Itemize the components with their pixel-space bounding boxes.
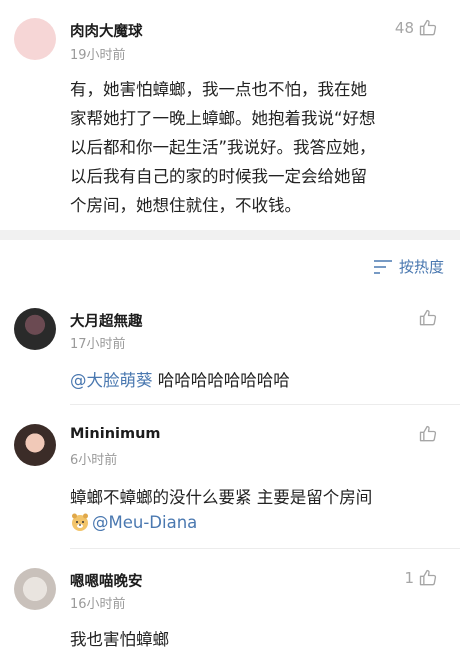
reply-time: 17小时前 (70, 337, 126, 352)
like-button[interactable]: 1 (404, 568, 438, 588)
like-button[interactable] (418, 424, 438, 444)
section-divider (0, 230, 460, 240)
avatar[interactable] (14, 424, 56, 466)
comment-time: 19小时前 (70, 48, 126, 63)
avatar[interactable] (14, 308, 56, 350)
avatar[interactable] (14, 568, 56, 610)
mention-link[interactable]: @大脸萌葵 (70, 371, 153, 390)
avatar[interactable] (14, 18, 56, 60)
reply-username[interactable]: Mininimum (70, 426, 161, 442)
thumbs-up-icon (419, 569, 437, 586)
reply-mention-line: @Meu-Diana (70, 512, 197, 532)
divider (70, 548, 460, 549)
sort-button[interactable]: 按热度 (373, 256, 444, 277)
thumbs-up-icon (419, 309, 437, 326)
comment-line: 个房间，她想住就住，不收钱。 (70, 196, 301, 215)
reply-time: 6小时前 (70, 453, 118, 468)
like-button[interactable] (418, 308, 438, 328)
reply-body: @大脸萌葵 哈哈哈哈哈哈哈哈 (70, 367, 290, 391)
comment-line: 以后都和你一起生活”我说好。我答应她， (70, 138, 376, 157)
like-button[interactable]: 48 (395, 18, 438, 38)
reply-username[interactable]: 嗯嗯喵晚安 (70, 570, 143, 591)
sort-icon (373, 259, 392, 274)
like-count: 48 (394, 19, 414, 37)
sort-label: 按热度 (398, 258, 444, 276)
thumbs-up-icon (419, 425, 437, 442)
like-count: 1 (404, 569, 414, 587)
comment-username[interactable]: 肉肉大魔球 (70, 20, 143, 41)
reply-username[interactable]: 大月超無趣 (70, 310, 143, 331)
mention-link[interactable]: @Meu-Diana (92, 513, 197, 532)
reply-body: 我也害怕蟑螂 (70, 630, 169, 649)
reply-time: 16小时前 (70, 597, 126, 612)
comment-line: 家帮她打了一晚上蟑螂。她抱着我说“好想 (70, 109, 376, 128)
doge-emoji-icon (72, 513, 88, 531)
thumbs-up-icon (419, 19, 437, 36)
reply-body: 蟑螂不蟑螂的没什么要紧 主要是留个房间 (70, 488, 373, 507)
comment-line: 有，她害怕蟑螂，我一点也不怕，我在她 (70, 80, 367, 99)
comment-line: 以后我有自己的家的时候我一定会给她留 (70, 167, 367, 186)
divider (70, 404, 460, 405)
reply-text: 哈哈哈哈哈哈哈哈 (152, 371, 290, 390)
